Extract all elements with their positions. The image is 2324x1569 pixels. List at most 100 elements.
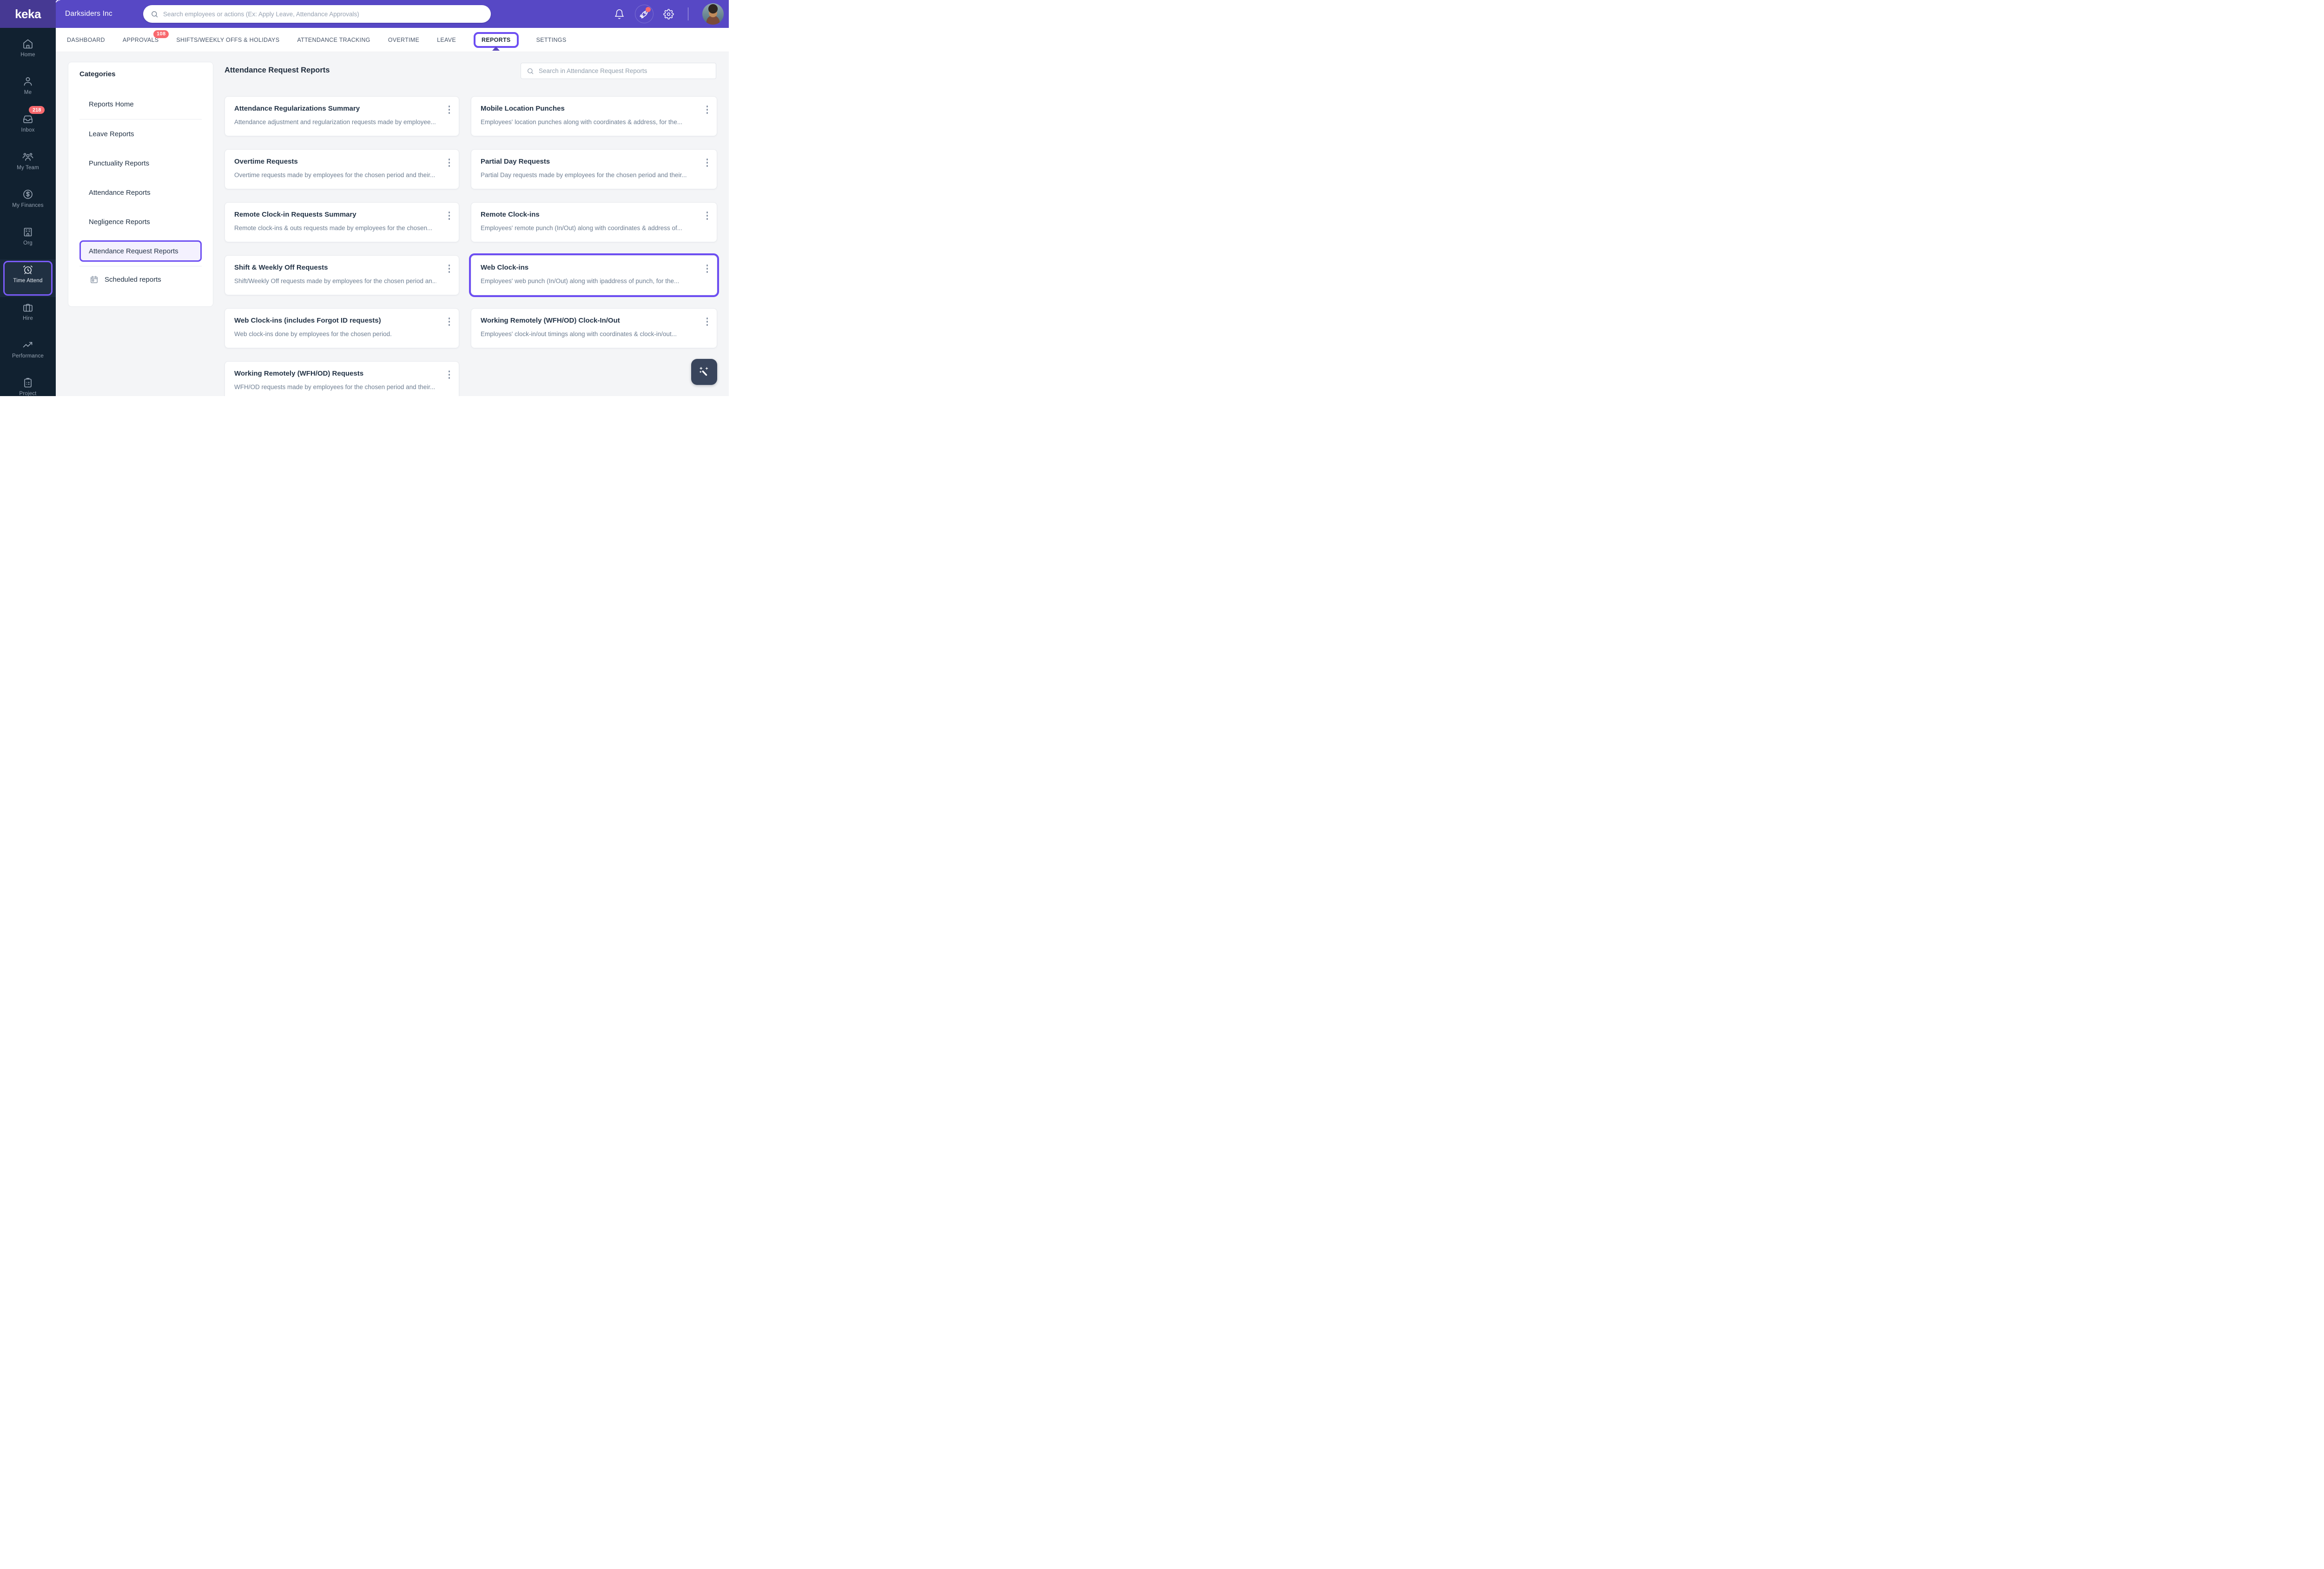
kebab-menu-icon[interactable] <box>447 369 452 380</box>
card-description: Partial Day requests made by employees f… <box>481 172 687 179</box>
category-leave-reports[interactable]: Leave Reports <box>79 119 202 149</box>
user-icon <box>22 76 33 87</box>
rocket-ring <box>634 5 654 23</box>
report-card-attendance-regularizations-summary[interactable]: Attendance Regularizations Summary Atten… <box>224 96 459 136</box>
kebab-menu-icon[interactable] <box>705 316 710 327</box>
trending-up-icon <box>22 339 33 351</box>
card-description: Employees' location punches along with c… <box>481 119 683 126</box>
reports-search-input[interactable] <box>539 67 710 74</box>
categories-panel: Categories Reports Home Leave Reports Pu… <box>68 62 213 307</box>
tab-attendance-tracking[interactable]: ATTENDANCE TRACKING <box>297 37 370 43</box>
report-card-remote-clock-in-requests-summary[interactable]: Remote Clock-in Requests Summary Remote … <box>224 202 459 242</box>
sidebar-item-performance[interactable]: Performance <box>0 335 56 372</box>
team-icon <box>22 151 33 162</box>
categories-title: Categories <box>79 70 116 78</box>
tab-reports[interactable]: REPORTS <box>474 32 519 48</box>
card-title: Working Remotely (WFH/OD) Clock-In/Out <box>481 317 620 324</box>
report-card-shift-weekly-off-requests[interactable]: Shift & Weekly Off Requests Shift/Weekly… <box>224 255 459 295</box>
card-description: Web clock-ins done by employees for the … <box>234 331 392 338</box>
card-title: Mobile Location Punches <box>481 105 565 113</box>
card-title: Shift & Weekly Off Requests <box>234 264 328 271</box>
bell-icon[interactable] <box>614 9 625 20</box>
card-description: Overtime requests made by employees for … <box>234 172 436 179</box>
report-card-overtime-requests[interactable]: Overtime Requests Overtime requests made… <box>224 149 459 189</box>
global-search-input[interactable] <box>163 10 483 18</box>
avatar[interactable] <box>702 3 724 25</box>
reports-search[interactable] <box>521 63 716 79</box>
sidebar-item-label: Project <box>19 391 37 397</box>
dollar-icon <box>22 189 33 200</box>
report-card-web-clock-ins[interactable]: Web Clock-ins Employees' web punch (In/O… <box>469 253 719 297</box>
kebab-menu-icon[interactable] <box>705 210 710 221</box>
kebab-menu-icon[interactable] <box>447 104 452 115</box>
report-card-wfh-od-clock-in-out[interactable]: Working Remotely (WFH/OD) Clock-In/Out E… <box>471 308 717 348</box>
sidebar-item-label: Inbox <box>21 127 35 133</box>
clipboard-icon <box>22 377 33 388</box>
tab-dashboard[interactable]: DASHBOARD <box>67 37 105 43</box>
kebab-menu-icon[interactable] <box>705 157 710 168</box>
kebab-menu-icon[interactable] <box>705 263 710 274</box>
tab-leave[interactable]: LEAVE <box>437 37 456 43</box>
card-title: Web Clock-ins (includes Forgot ID reques… <box>234 317 381 324</box>
card-description: Shift/Weekly Off requests made by employ… <box>234 278 436 285</box>
tab-shifts-weekly-offs-holidays[interactable]: SHIFTS/WEEKLY OFFS & HOLIDAYS <box>176 37 279 43</box>
kebab-menu-icon[interactable] <box>447 316 452 327</box>
magic-wand-icon <box>700 367 708 376</box>
report-card-web-clock-ins-forgot-id[interactable]: Web Clock-ins (includes Forgot ID reques… <box>224 308 459 348</box>
sidebar-item-time-attend[interactable]: Time Attend <box>0 259 56 297</box>
report-card-mobile-location-punches[interactable]: Mobile Location Punches Employees' locat… <box>471 96 717 136</box>
gear-icon[interactable] <box>663 8 674 20</box>
ai-assistant-fab[interactable] <box>691 359 717 385</box>
sidebar-item-home[interactable]: Home <box>0 33 56 71</box>
kebab-menu-icon[interactable] <box>705 104 710 115</box>
building-icon <box>22 226 33 238</box>
category-punctuality-reports[interactable]: Punctuality Reports <box>79 149 202 178</box>
tab-approvals[interactable]: APPROVALS 108 <box>123 30 169 43</box>
card-title: Remote Clock-ins <box>481 211 540 218</box>
briefcase-icon <box>22 302 33 313</box>
sidebar-item-project[interactable]: Project <box>0 372 56 410</box>
sidebar-item-label: Performance <box>12 353 44 359</box>
scheduled-reports-link[interactable]: Scheduled reports <box>79 266 202 292</box>
category-negligence-reports[interactable]: Negligence Reports <box>79 207 202 237</box>
calendar-icon <box>90 275 99 284</box>
content-area: Categories Reports Home Leave Reports Pu… <box>56 52 729 396</box>
card-title: Remote Clock-in Requests Summary <box>234 211 357 218</box>
sidebar: Home Me 218 Inbox My Team My Finances Or… <box>0 28 56 397</box>
keka-logo[interactable]: keka <box>0 0 60 28</box>
sidebar-item-label: My Team <box>17 165 39 171</box>
inbox-icon <box>22 113 33 125</box>
search-icon <box>528 68 534 74</box>
sidebar-item-my-finances[interactable]: My Finances <box>0 184 56 222</box>
card-title: Web Clock-ins <box>481 264 529 271</box>
kebab-menu-icon[interactable] <box>447 157 452 168</box>
category-attendance-reports[interactable]: Attendance Reports <box>79 178 202 207</box>
report-cards-grid: Attendance Regularizations Summary Atten… <box>224 96 719 396</box>
sidebar-active-outline <box>3 261 53 296</box>
card-description: Employees' clock-in/out timings along wi… <box>481 331 677 338</box>
report-card-partial-day-requests[interactable]: Partial Day Requests Partial Day request… <box>471 149 717 189</box>
approvals-badge: 108 <box>153 30 169 38</box>
card-description: Employees' web punch (In/Out) along with… <box>481 278 680 285</box>
global-search[interactable] <box>143 5 491 23</box>
topbar-actions <box>614 0 724 28</box>
rocket-icon[interactable] <box>634 5 654 23</box>
sidebar-item-me[interactable]: Me <box>0 71 56 109</box>
sidebar-item-org[interactable]: Org <box>0 222 56 259</box>
category-attendance-request-reports[interactable]: Attendance Request Reports <box>79 240 202 262</box>
sidebar-item-hire[interactable]: Hire <box>0 297 56 335</box>
category-reports-home[interactable]: Reports Home <box>79 90 202 119</box>
sidebar-item-label: My Finances <box>12 203 44 208</box>
sidebar-item-label: Org <box>23 240 33 246</box>
kebab-menu-icon[interactable] <box>447 210 452 221</box>
report-card-remote-clock-ins[interactable]: Remote Clock-ins Employees' remote punch… <box>471 202 717 242</box>
kebab-menu-icon[interactable] <box>447 263 452 274</box>
tab-overtime[interactable]: OVERTIME <box>388 37 419 43</box>
keka-logo-text: keka <box>15 7 41 21</box>
sidebar-item-inbox[interactable]: 218 Inbox <box>0 106 56 146</box>
report-card-wfh-od-requests[interactable]: Working Remotely (WFH/OD) Requests WFH/O… <box>224 361 459 396</box>
card-description: WFH/OD requests made by employees for th… <box>234 384 436 391</box>
tab-settings[interactable]: SETTINGS <box>536 37 567 43</box>
sidebar-item-my-team[interactable]: My Team <box>0 146 56 184</box>
sidebar-item-label: Home <box>20 52 35 58</box>
